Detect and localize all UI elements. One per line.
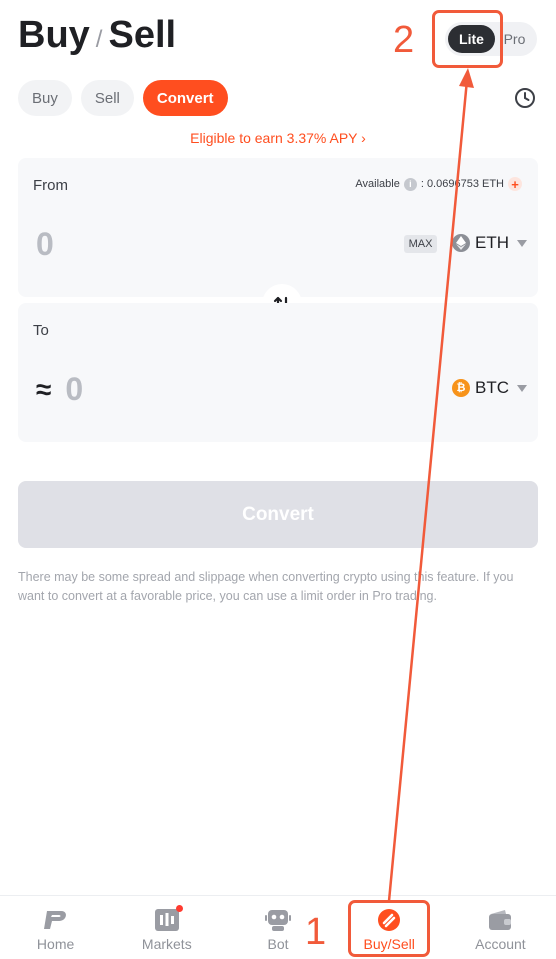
annotation-arrow [387, 68, 474, 902]
